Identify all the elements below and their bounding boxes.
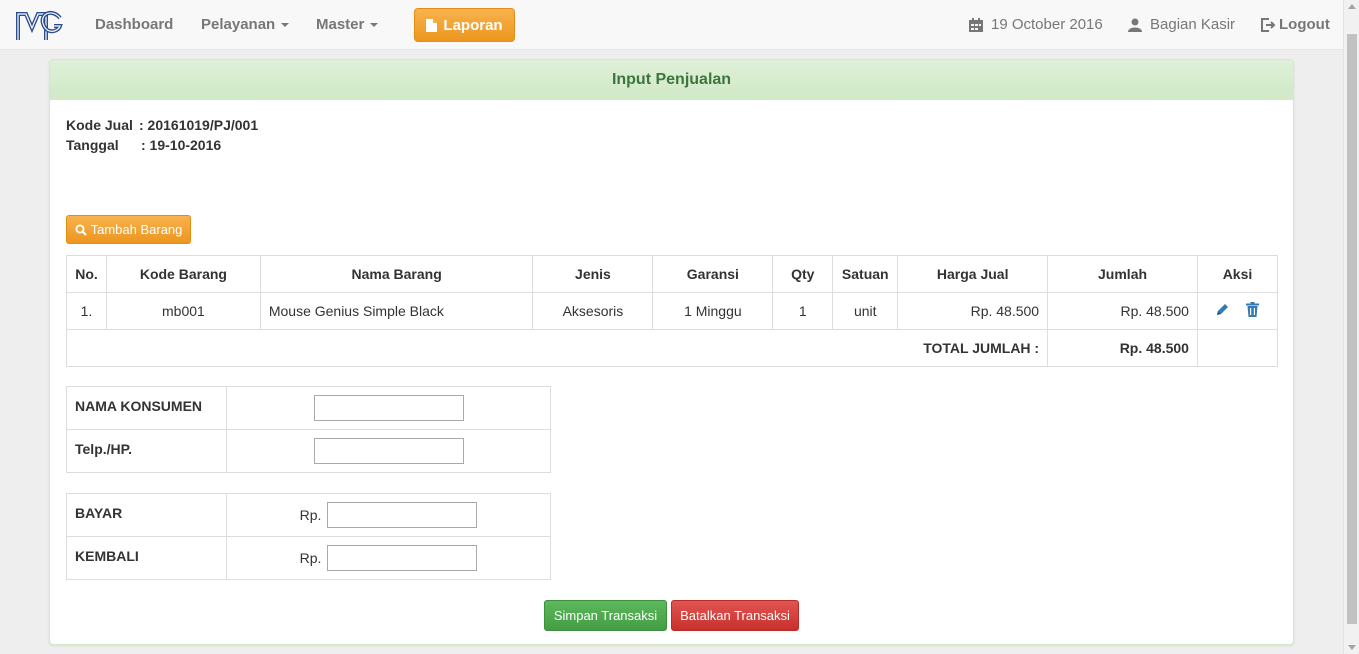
total-label: TOTAL JUMLAH : [65, 329, 1049, 367]
chevron-down-icon [281, 23, 290, 28]
col-harga-jual: Harga Jual [897, 255, 1049, 293]
nama-konsumen-cell [226, 386, 551, 430]
tanggal-row: Tanggal : 19-10-2016 [66, 137, 221, 153]
batalkan-transaksi-button[interactable]: Batalkan Transaksi [671, 600, 799, 631]
date-text: 19 October 2016 [991, 16, 1103, 33]
cell-garansi: 1 Minggu [652, 292, 774, 330]
edit-pencil-icon[interactable] [1215, 302, 1230, 320]
total-value: Rp. 48.500 [1047, 329, 1198, 367]
nav-master-dropdown[interactable]: Master [316, 16, 379, 33]
nav-master-label: Master [316, 16, 365, 33]
table-header-row: No. Kode Barang Nama Barang Jenis Garans… [66, 255, 1279, 293]
user-name: Bagian Kasir [1150, 16, 1236, 33]
nav-user[interactable]: Bagian Kasir [1128, 16, 1235, 33]
kode-jual-value: : 20161019/PJ/001 [139, 117, 259, 133]
search-icon [75, 224, 87, 236]
cell-satuan: unit [832, 292, 899, 330]
input-penjualan-panel: Input Penjualan Kode Jual : 20161019/PJ/0… [49, 59, 1294, 645]
user-icon [1128, 18, 1142, 32]
bayar-label: BAYAR [66, 493, 227, 537]
col-aksi: Aksi [1196, 255, 1279, 293]
logout-label: Logout [1279, 16, 1330, 33]
file-icon [426, 18, 438, 32]
bayar-prefix: Rp. [299, 507, 322, 523]
telp-cell [226, 429, 551, 473]
nav-date: 19 October 2016 [969, 16, 1103, 33]
nav-pelayanan-label: Pelayanan [201, 16, 276, 33]
total-empty-cell [1196, 329, 1279, 367]
cell-qty: 1 [772, 292, 834, 330]
nav-dashboard[interactable]: Dashboard [95, 16, 173, 33]
telp-input[interactable] [313, 438, 464, 464]
scroll-up-arrow-icon[interactable] [1348, 4, 1356, 9]
nama-konsumen-input[interactable] [313, 395, 464, 421]
cell-kode: mb001 [105, 292, 261, 330]
bayar-input[interactable] [327, 502, 478, 528]
nama-konsumen-label: NAMA KONSUMEN [66, 386, 227, 430]
cell-nama: Mouse Genius Simple Black [259, 292, 534, 330]
telp-label: Telp./HP. [66, 429, 227, 473]
col-jenis: Jenis [532, 255, 654, 293]
nav-pelayanan-dropdown[interactable]: Pelayanan [201, 16, 290, 33]
col-qty: Qty [772, 255, 834, 293]
customer-form: NAMA KONSUMEN Telp./HP. [66, 386, 551, 473]
kode-jual-row: Kode Jual : 20161019/PJ/001 [66, 117, 258, 133]
nama-konsumen-row: NAMA KONSUMEN [66, 386, 551, 430]
top-navbar: Dashboard Pelayanan Master Laporan 19 Oc… [0, 0, 1343, 50]
col-no: No. [66, 255, 107, 293]
col-garansi: Garansi [652, 255, 774, 293]
cell-jumlah: Rp. 48.500 [1047, 292, 1198, 330]
col-nama-barang: Nama Barang [259, 255, 534, 293]
kembali-row: KEMBALI Rp. [66, 536, 551, 580]
panel-title: Input Penjualan [50, 60, 1293, 100]
trash-icon[interactable] [1246, 302, 1260, 320]
page-scrollbar[interactable] [1343, 0, 1359, 654]
kode-jual-label: Kode Jual [66, 117, 133, 133]
payment-form: BAYAR Rp. KEMBALI Rp. [66, 493, 551, 580]
kembali-input[interactable] [327, 545, 478, 571]
logout-button[interactable]: Logout [1261, 16, 1330, 33]
bayar-row: BAYAR Rp. [66, 493, 551, 537]
kembali-label: KEMBALI [66, 536, 227, 580]
kembali-cell: Rp. [226, 536, 551, 580]
simpan-transaksi-button[interactable]: Simpan Transaksi [544, 600, 667, 631]
cell-aksi [1196, 292, 1279, 330]
tanggal-value: : 19-10-2016 [141, 137, 222, 153]
scroll-thumb[interactable] [1347, 34, 1357, 624]
brand-logo[interactable] [14, 6, 66, 46]
cell-no: 1. [66, 292, 107, 330]
scroll-down-arrow-icon[interactable] [1348, 645, 1356, 650]
col-jumlah: Jumlah [1047, 255, 1198, 293]
col-satuan: Satuan [832, 255, 899, 293]
tambah-barang-label: Tambah Barang [90, 222, 183, 237]
cell-jenis: Aksesoris [532, 292, 654, 330]
items-table: No. Kode Barang Nama Barang Jenis Garans… [65, 255, 1279, 367]
tambah-barang-button[interactable]: Tambah Barang [66, 215, 191, 244]
logout-icon [1261, 17, 1276, 32]
col-kode-barang: Kode Barang [105, 255, 261, 293]
cell-harga: Rp. 48.500 [897, 292, 1049, 330]
bayar-cell: Rp. [226, 493, 551, 537]
kembali-prefix: Rp. [299, 550, 322, 566]
laporan-label: Laporan [443, 16, 503, 34]
tanggal-label: Tanggal [66, 137, 119, 153]
calendar-icon [969, 17, 983, 32]
chevron-down-icon [370, 23, 379, 28]
laporan-button[interactable]: Laporan [414, 8, 515, 42]
telp-row: Telp./HP. [66, 429, 551, 473]
table-row: 1. mb001 Mouse Genius Simple Black Akses… [66, 292, 1279, 330]
total-row: TOTAL JUMLAH : Rp. 48.500 [65, 329, 1279, 367]
